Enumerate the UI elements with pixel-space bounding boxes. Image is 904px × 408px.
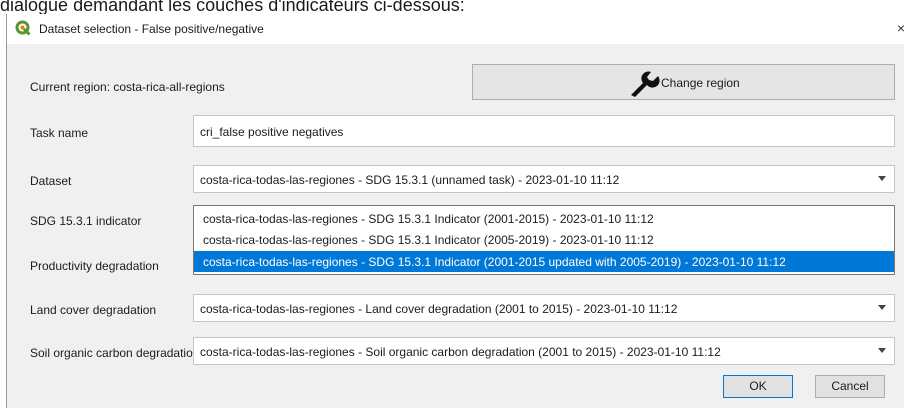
dataset-label: Dataset bbox=[30, 174, 72, 188]
change-region-button[interactable]: Change region bbox=[472, 64, 895, 100]
task-name-input[interactable]: cri_false positive negatives bbox=[193, 115, 895, 147]
productivity-degradation-label: Productivity degradation bbox=[30, 259, 159, 273]
close-icon[interactable]: × bbox=[897, 20, 904, 36]
chevron-down-icon bbox=[878, 305, 886, 310]
dropdown-option[interactable]: costa-rica-todas-las-regiones - SDG 15.3… bbox=[194, 229, 894, 250]
chevron-down-icon bbox=[878, 348, 886, 353]
dropdown-option-selected[interactable]: costa-rica-todas-las-regiones - SDG 15.3… bbox=[194, 251, 894, 272]
qgis-logo-icon bbox=[15, 20, 31, 36]
land-cover-select[interactable]: costa-rica-todas-las-regiones - Land cov… bbox=[193, 294, 895, 322]
dropdown-option[interactable]: costa-rica-todas-las-regiones - SDG 15.3… bbox=[194, 208, 894, 229]
dataset-select[interactable]: costa-rica-todas-las-regiones - SDG 15.3… bbox=[193, 165, 895, 193]
soc-select[interactable]: costa-rica-todas-las-regiones - Soil org… bbox=[193, 337, 895, 365]
soc-degradation-label: Soil organic carbon degradation bbox=[30, 346, 200, 360]
current-region-label: Current region: costa-rica-all-regions bbox=[30, 80, 225, 94]
dataset-value: costa-rica-todas-las-regiones - SDG 15.3… bbox=[200, 173, 620, 187]
ok-button[interactable]: OK bbox=[723, 375, 793, 398]
land-cover-degradation-label: Land cover degradation bbox=[30, 303, 157, 317]
soc-value: costa-rica-todas-las-regiones - Soil org… bbox=[200, 345, 721, 359]
title-bar: Dataset selection - False positive/negat… bbox=[7, 14, 904, 44]
chevron-down-icon bbox=[878, 176, 886, 181]
sdg-indicator-label: SDG 15.3.1 indicator bbox=[30, 214, 142, 228]
task-name-value: cri_false positive negatives bbox=[200, 125, 344, 139]
option-label: costa-rica-todas-las-regiones - SDG 15.3… bbox=[203, 233, 654, 247]
dataset-selection-dialog: Dataset selection - False positive/negat… bbox=[6, 14, 904, 408]
wrench-icon bbox=[631, 71, 660, 97]
sdg-indicator-dropdown-list: costa-rica-todas-las-regiones - SDG 15.3… bbox=[193, 205, 895, 275]
land-cover-value: costa-rica-todas-las-regiones - Land cov… bbox=[200, 302, 678, 316]
cancel-button[interactable]: Cancel bbox=[815, 375, 885, 398]
option-label: costa-rica-todas-las-regiones - SDG 15.3… bbox=[203, 255, 786, 269]
window-title: Dataset selection - False positive/negat… bbox=[39, 22, 264, 36]
option-label: costa-rica-todas-las-regiones - SDG 15.3… bbox=[203, 212, 654, 226]
task-name-label: Task name bbox=[30, 126, 89, 140]
change-region-label: Change region bbox=[661, 76, 740, 90]
